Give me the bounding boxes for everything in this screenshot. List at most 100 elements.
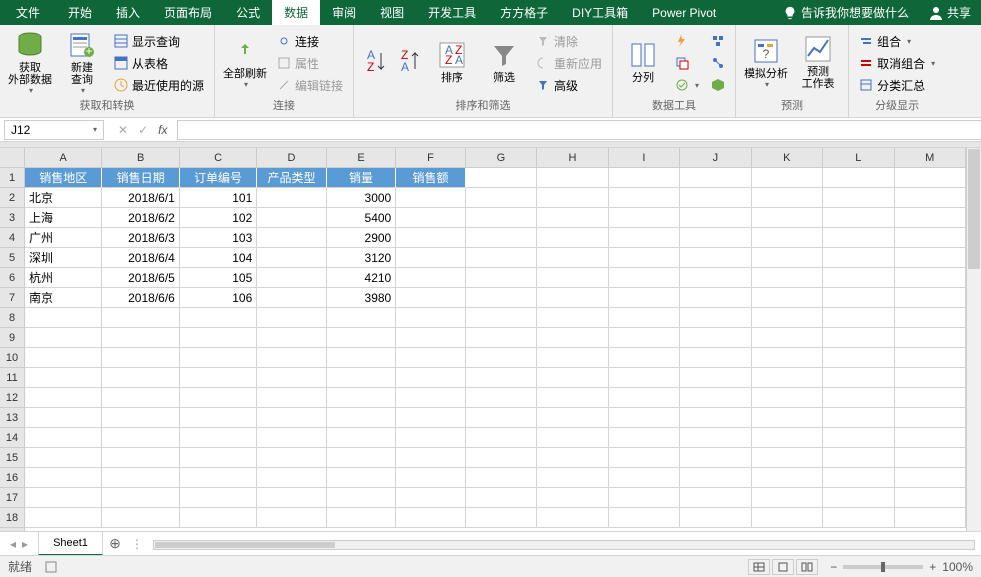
cell[interactable] [895, 388, 966, 408]
what-if[interactable]: ? 模拟分析▾ [742, 29, 790, 95]
zoom-slider[interactable] [843, 565, 923, 569]
cell[interactable] [466, 188, 537, 208]
cell[interactable]: 销售地区 [25, 168, 102, 188]
share-button[interactable]: 共享 [919, 4, 981, 21]
add-sheet[interactable]: ⊕ [103, 535, 127, 552]
sheet-tab[interactable]: Sheet1 [38, 532, 103, 556]
cell[interactable] [895, 328, 966, 348]
row-header[interactable]: 7 [0, 288, 24, 308]
cell[interactable] [895, 448, 966, 468]
cell[interactable] [895, 468, 966, 488]
cell[interactable] [327, 368, 396, 388]
cell[interactable] [680, 348, 751, 368]
cell[interactable] [25, 488, 102, 508]
cell[interactable]: 销售日期 [102, 168, 179, 188]
cell[interactable] [895, 188, 966, 208]
cell[interactable] [680, 188, 751, 208]
cell[interactable] [680, 428, 751, 448]
cell[interactable] [823, 248, 894, 268]
cell[interactable] [537, 468, 608, 488]
cell[interactable] [752, 208, 823, 228]
cell[interactable] [396, 408, 465, 428]
cell[interactable] [25, 468, 102, 488]
row-header[interactable]: 4 [0, 228, 24, 248]
select-all-corner[interactable] [0, 148, 24, 168]
cell[interactable] [180, 308, 257, 328]
cell[interactable] [396, 468, 465, 488]
cell[interactable]: 杭州 [25, 268, 102, 288]
cell[interactable] [466, 168, 537, 188]
cell[interactable] [609, 228, 680, 248]
cell[interactable] [25, 328, 102, 348]
col-header[interactable]: E [327, 148, 396, 167]
cell[interactable] [680, 328, 751, 348]
cell[interactable] [466, 268, 537, 288]
cell[interactable] [537, 368, 608, 388]
cell[interactable] [609, 448, 680, 468]
cell[interactable] [895, 408, 966, 428]
cell[interactable] [180, 348, 257, 368]
cell[interactable] [180, 368, 257, 388]
cell[interactable] [537, 308, 608, 328]
cell[interactable] [25, 388, 102, 408]
cell[interactable] [257, 348, 326, 368]
remove-dupes[interactable] [671, 53, 703, 73]
cell[interactable] [609, 508, 680, 528]
cell[interactable] [680, 448, 751, 468]
cell[interactable]: 104 [180, 248, 257, 268]
cell[interactable] [680, 488, 751, 508]
cell[interactable] [752, 388, 823, 408]
cell[interactable] [257, 388, 326, 408]
cell[interactable]: 订单编号 [180, 168, 257, 188]
row-header[interactable]: 14 [0, 428, 24, 448]
cell[interactable]: 深圳 [25, 248, 102, 268]
cell[interactable] [823, 408, 894, 428]
cell[interactable] [609, 328, 680, 348]
cell[interactable]: 广州 [25, 228, 102, 248]
cell[interactable] [396, 488, 465, 508]
cell[interactable] [680, 248, 751, 268]
forecast-sheet[interactable]: 预测工作表 [794, 29, 842, 95]
cell[interactable] [823, 468, 894, 488]
row-header[interactable]: 6 [0, 268, 24, 288]
cell[interactable] [396, 288, 465, 308]
cell[interactable]: 产品类型 [257, 168, 326, 188]
cell[interactable] [257, 268, 326, 288]
cell[interactable] [823, 228, 894, 248]
row-header[interactable]: 18 [0, 508, 24, 528]
cell[interactable] [327, 308, 396, 328]
cell[interactable] [609, 428, 680, 448]
cell[interactable] [257, 368, 326, 388]
view-page-layout[interactable] [772, 559, 794, 575]
cell[interactable] [180, 488, 257, 508]
get-external-data[interactable]: 获取外部数据▾ [6, 29, 54, 95]
cell[interactable] [327, 328, 396, 348]
refresh-all[interactable]: 全部刷新▾ [221, 29, 269, 95]
cell[interactable] [537, 408, 608, 428]
cell[interactable] [895, 168, 966, 188]
cell[interactable]: 3980 [327, 288, 396, 308]
cell[interactable] [102, 368, 179, 388]
cell[interactable]: 2018/6/4 [102, 248, 179, 268]
cell[interactable] [396, 308, 465, 328]
cell[interactable] [823, 188, 894, 208]
tab-ffgz[interactable]: 方方格子 [488, 0, 560, 25]
cell[interactable] [895, 488, 966, 508]
view-page-break[interactable] [796, 559, 818, 575]
cell[interactable] [466, 448, 537, 468]
cell[interactable]: 2900 [327, 228, 396, 248]
cell[interactable] [823, 208, 894, 228]
cell[interactable]: 3000 [327, 188, 396, 208]
cell[interactable] [537, 168, 608, 188]
cell[interactable] [823, 508, 894, 528]
cell[interactable]: 销量 [327, 168, 396, 188]
tab-dev[interactable]: 开发工具 [416, 0, 488, 25]
sort-asc[interactable]: AZ [360, 29, 390, 95]
cell[interactable] [257, 188, 326, 208]
cell[interactable] [823, 388, 894, 408]
name-box[interactable]: J12▾ [4, 120, 104, 140]
cell[interactable] [680, 228, 751, 248]
cell[interactable] [537, 208, 608, 228]
show-queries[interactable]: 显示查询 [110, 31, 208, 51]
cell[interactable] [823, 268, 894, 288]
